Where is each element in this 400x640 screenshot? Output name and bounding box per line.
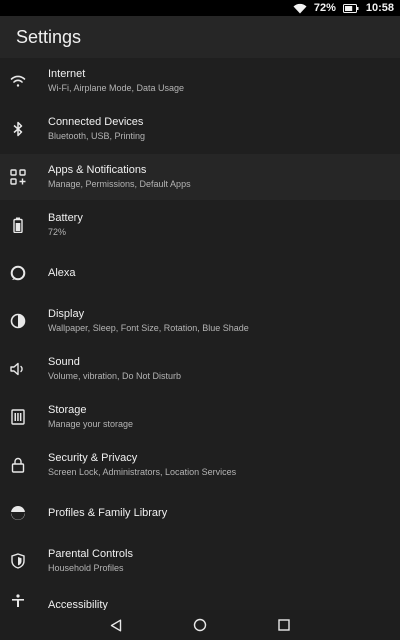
settings-item-label: Display [48, 308, 85, 320]
settings-item-label: Internet [48, 68, 86, 80]
sound-icon [8, 359, 28, 379]
settings-item-subtitle: Bluetooth, USB, Printing [48, 131, 146, 141]
settings-item-label: Storage [48, 404, 87, 416]
shield-icon [8, 551, 28, 571]
lock-icon [8, 455, 28, 475]
settings-item-storage[interactable]: Storage Manage your storage [0, 394, 400, 440]
settings-item-subtitle: Wallpaper, Sleep, Font Size, Rotation, B… [48, 323, 249, 333]
clock: 10:58 [365, 2, 394, 14]
battery-status-icon [342, 3, 359, 13]
settings-item-security-privacy[interactable]: Security & Privacy Screen Lock, Administ… [0, 442, 400, 488]
settings-item-profiles-family-library[interactable]: Profiles & Family Library [0, 490, 400, 536]
bluetooth-icon [8, 119, 28, 139]
navigation-bar [0, 610, 400, 640]
settings-item-label: Sound [48, 356, 80, 368]
settings-item-label: Battery [48, 212, 83, 224]
settings-item-subtitle: Wi-Fi, Airplane Mode, Data Usage [48, 83, 185, 93]
settings-item-label: Alexa [48, 267, 76, 279]
wifi-icon [8, 71, 28, 91]
settings-item-subtitle: 72% [48, 227, 67, 237]
profiles-icon [8, 503, 28, 523]
back-icon[interactable] [107, 617, 125, 633]
settings-item-battery[interactable]: Battery 72% [0, 202, 400, 248]
app-bar: Settings [0, 16, 400, 58]
page-title: Settings [16, 26, 82, 47]
settings-item-subtitle: Volume, vibration, Do Not Disturb [48, 371, 182, 381]
settings-item-parental-controls[interactable]: Parental Controls Household Profiles [0, 538, 400, 584]
wifi-status-icon [293, 3, 307, 14]
settings-item-subtitle: Manage, Permissions, Default Apps [48, 179, 191, 189]
apps-icon [8, 167, 28, 187]
recents-icon[interactable] [275, 617, 293, 633]
settings-item-apps-notifications[interactable]: Apps & Notifications Manage, Permissions… [0, 154, 400, 200]
battery-icon [8, 215, 28, 235]
alexa-icon [8, 263, 28, 283]
settings-item-label: Profiles & Family Library [48, 507, 168, 519]
settings-item-connected-devices[interactable]: Connected Devices Bluetooth, USB, Printi… [0, 106, 400, 152]
settings-item-accessibility[interactable]: Accessibility [0, 586, 400, 610]
settings-item-label: Connected Devices [48, 116, 144, 128]
battery-percent: 72% [313, 2, 336, 14]
settings-item-alexa[interactable]: Alexa [0, 250, 400, 296]
settings-item-sound[interactable]: Sound Volume, vibration, Do Not Disturb [0, 346, 400, 392]
settings-list: Internet Wi-Fi, Airplane Mode, Data Usag… [0, 58, 400, 610]
accessibility-icon [8, 592, 28, 610]
display-icon [8, 311, 28, 331]
settings-item-label: Parental Controls [48, 548, 133, 560]
settings-item-subtitle: Household Profiles [48, 563, 124, 573]
settings-item-subtitle: Manage your storage [48, 419, 134, 429]
settings-item-label: Accessibility [48, 599, 108, 610]
settings-item-internet[interactable]: Internet Wi-Fi, Airplane Mode, Data Usag… [0, 58, 400, 104]
storage-icon [8, 407, 28, 427]
home-icon[interactable] [191, 617, 209, 633]
settings-item-label: Security & Privacy [48, 452, 138, 464]
settings-item-label: Apps & Notifications [48, 164, 147, 176]
settings-item-subtitle: Screen Lock, Administrators, Location Se… [48, 467, 237, 477]
settings-item-display[interactable]: Display Wallpaper, Sleep, Font Size, Rot… [0, 298, 400, 344]
status-bar: 72% 10:58 [0, 0, 400, 16]
